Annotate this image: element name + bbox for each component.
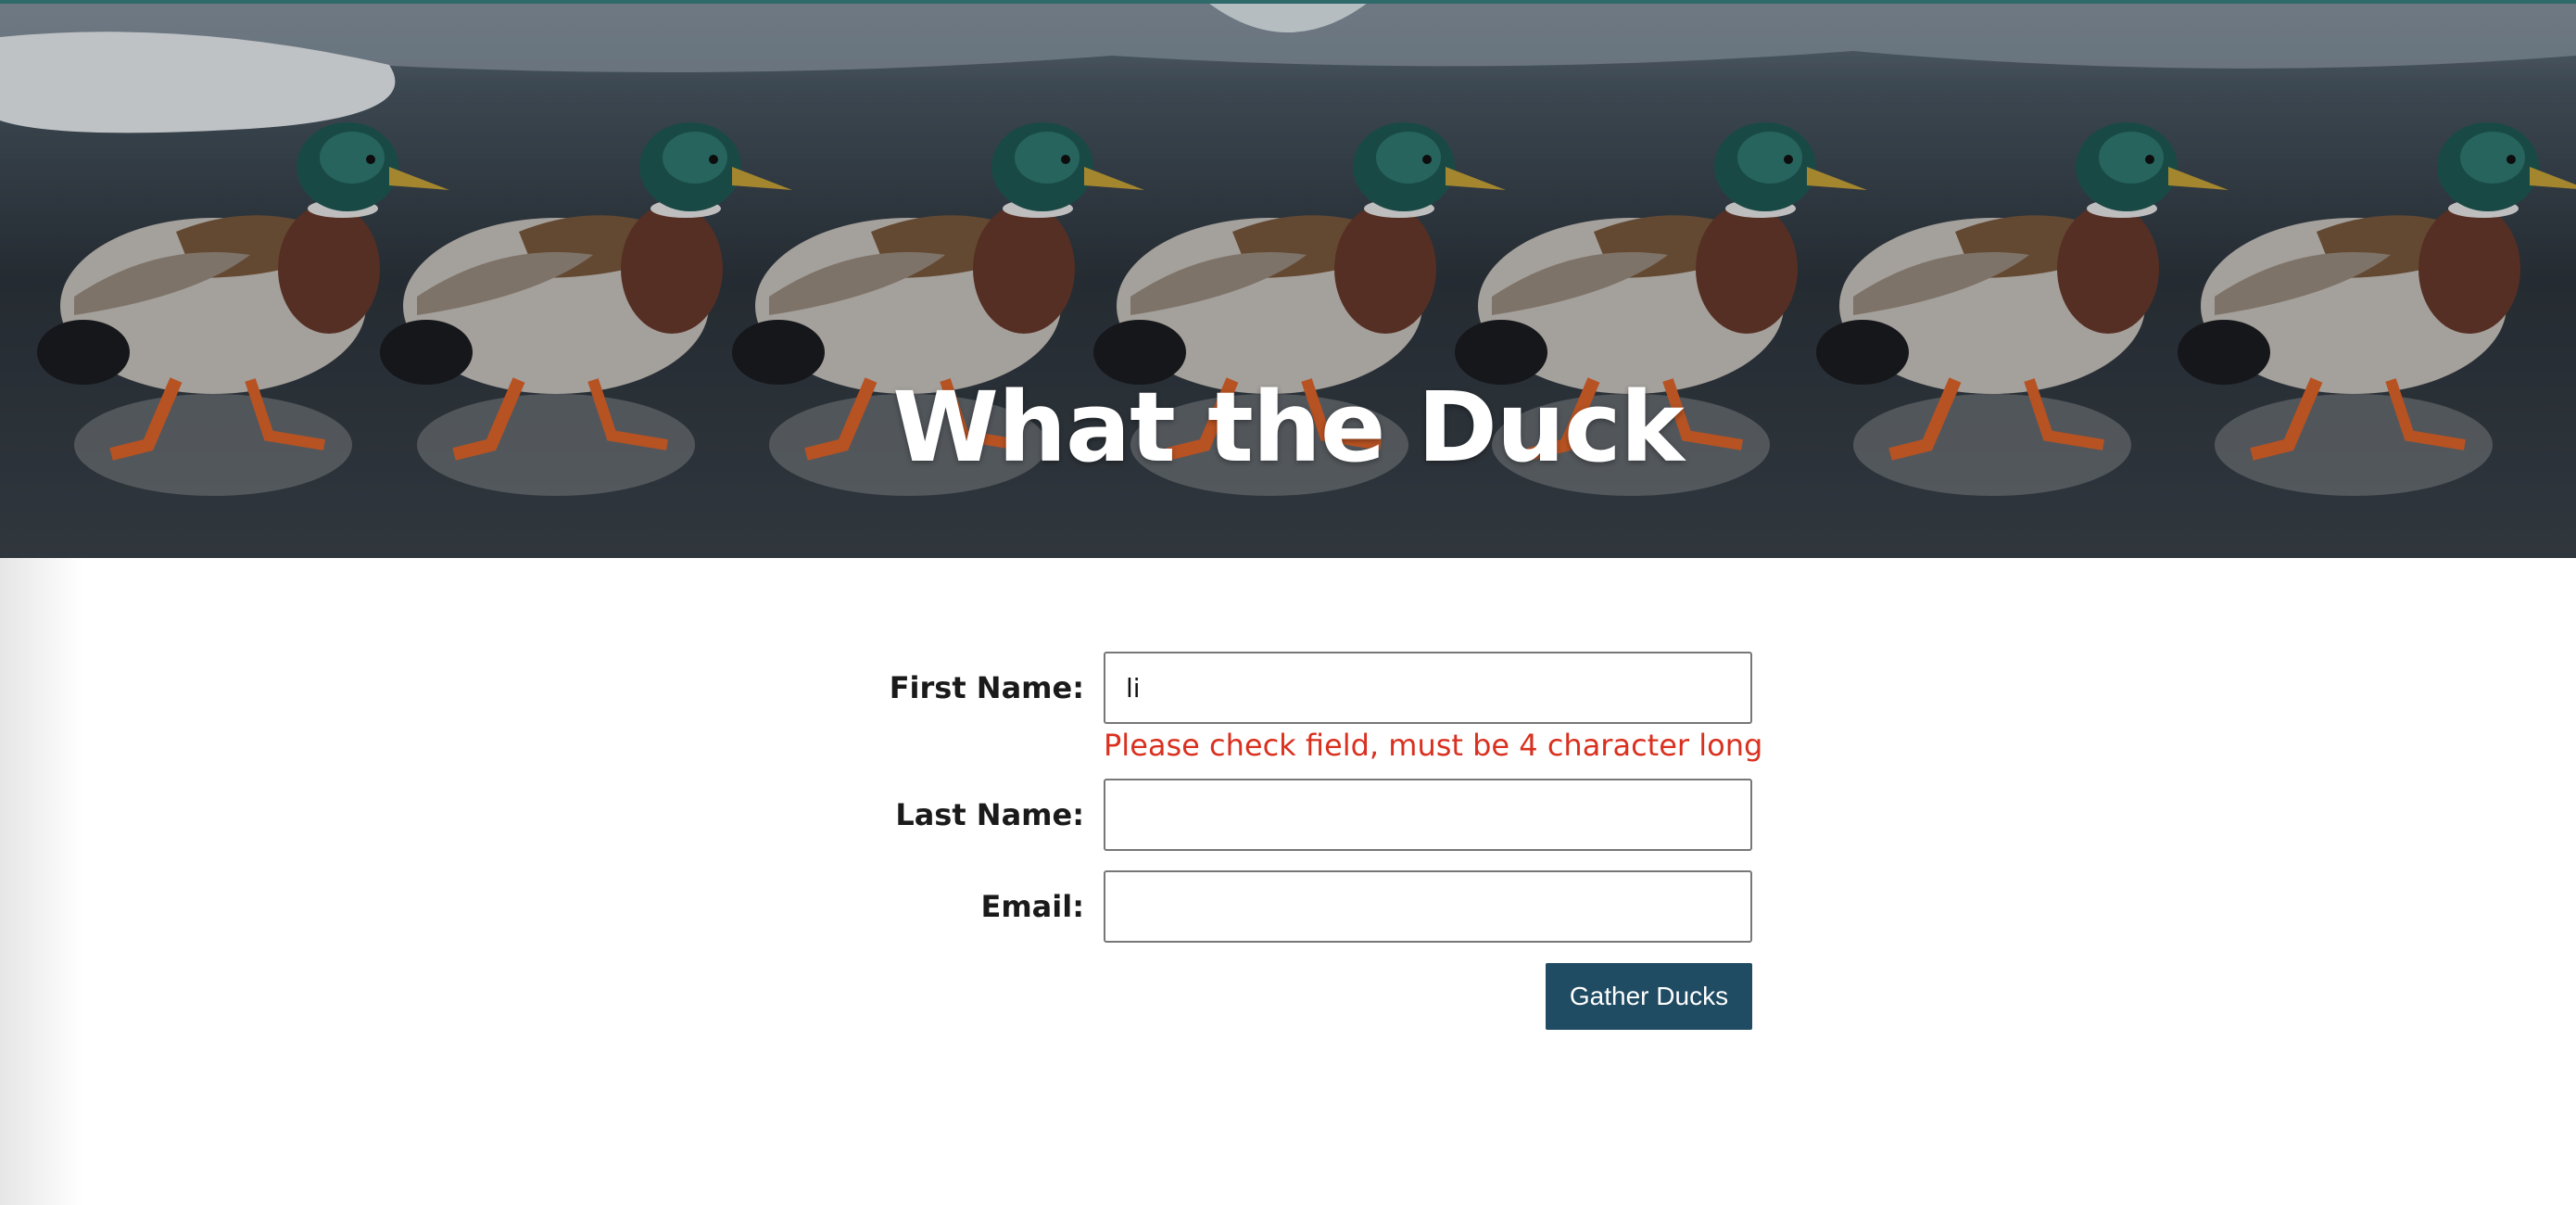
hero-banner: What the Duck	[0, 0, 2576, 558]
page-title: What the Duck	[892, 371, 1685, 484]
last-name-input[interactable]	[1104, 779, 1752, 851]
left-shade	[0, 558, 83, 1205]
page: What the Duck First Name: Please check f…	[0, 0, 2576, 1205]
first-name-error: Please check field, must be 4 character …	[1104, 728, 1763, 763]
first-name-label: First Name:	[889, 670, 1084, 705]
first-name-row: First Name: Please check field, must be …	[834, 652, 1762, 763]
email-label: Email:	[980, 889, 1084, 924]
first-name-input[interactable]	[1104, 652, 1752, 724]
last-name-row: Last Name:	[834, 779, 1761, 851]
email-row: Email:	[834, 870, 1761, 943]
email-input[interactable]	[1104, 870, 1752, 943]
gather-ducks-button[interactable]: Gather Ducks	[1546, 963, 1752, 1030]
top-border	[0, 0, 2576, 4]
last-name-label: Last Name:	[895, 797, 1084, 832]
